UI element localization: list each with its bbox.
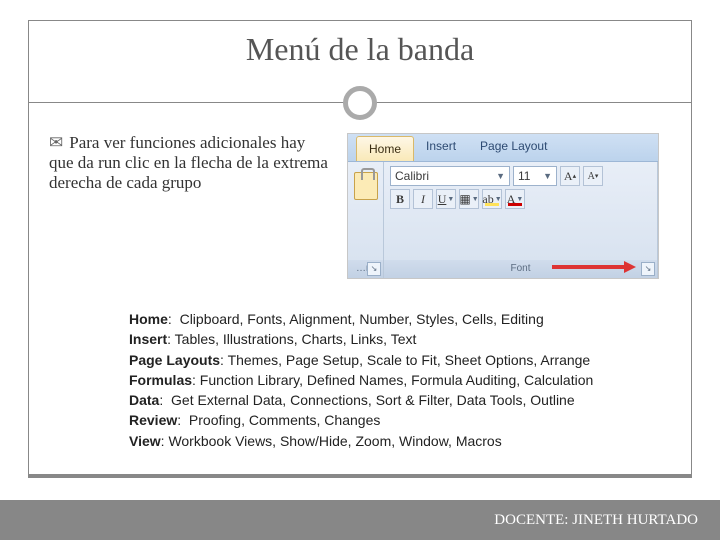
ribbon-tabs: Home Insert Page Layout	[348, 134, 658, 162]
bullet-icon: ✉	[49, 133, 63, 152]
font-color-button[interactable]: A▼	[505, 189, 525, 209]
slide-title: Menú de la banda	[29, 21, 691, 68]
entry-label: Insert	[129, 331, 167, 347]
paste-icon[interactable]	[354, 172, 378, 200]
chevron-down-icon: ▼	[472, 195, 479, 203]
chevron-down-icon: ▼	[543, 171, 552, 181]
chevron-down-icon: ▼	[495, 195, 502, 203]
entry-text: Tables, Illustrations, Charts, Links, Te…	[175, 331, 417, 347]
fill-label: ab	[482, 192, 493, 207]
tab-descriptions: Home: Clipboard, Fonts, Alignment, Numbe…	[129, 309, 651, 451]
group-font: Calibri ▼ 11 ▼ A▴ A▾	[384, 162, 658, 278]
ribbon: Home Insert Page Layout …rd ↘	[347, 133, 659, 279]
group-font-label-text: Font	[510, 263, 530, 274]
font-name-value: Calibri	[395, 169, 429, 183]
chevron-down-icon: ▼	[496, 171, 505, 181]
font-name-combo[interactable]: Calibri ▼	[390, 166, 510, 186]
entry-label: Home	[129, 311, 168, 327]
footer-text: DOCENTE: JINETH HURTADO	[494, 512, 698, 529]
font-size-value: 11	[518, 169, 530, 183]
list-item: Data: Get External Data, Connections, So…	[129, 390, 651, 410]
red-arrow-icon	[552, 262, 636, 272]
content-frame: Menú de la banda ✉Para ver funciones adi…	[28, 20, 692, 478]
divider-ring-icon	[343, 86, 377, 120]
font-color-label: A	[507, 192, 516, 207]
intro-text: Para ver funciones adicionales hay que d…	[49, 133, 328, 192]
title-divider	[29, 86, 691, 120]
shrink-font-button[interactable]: A▾	[583, 166, 603, 186]
list-item: Page Layouts: Themes, Page Setup, Scale …	[129, 350, 651, 370]
slide: Menú de la banda ✉Para ver funciones adi…	[0, 0, 720, 540]
entry-label: Page Layouts	[129, 352, 220, 368]
grow-arrow-icon: ▴	[573, 172, 577, 180]
entry-label: Data	[129, 392, 159, 408]
list-item: Insert: Tables, Illustrations, Charts, L…	[129, 329, 651, 349]
entry-text: Get External Data, Connections, Sort & F…	[171, 392, 575, 408]
underline-button[interactable]: U▼	[436, 189, 456, 209]
entry-label: View	[129, 433, 161, 449]
ribbon-screenshot: Home Insert Page Layout …rd ↘	[347, 133, 677, 279]
underline-label: U	[438, 192, 447, 207]
intro-paragraph: ✉Para ver funciones adicionales hay que …	[49, 133, 333, 279]
entry-label: Review	[129, 412, 177, 428]
list-item: View: Workbook Views, Show/Hide, Zoom, W…	[129, 431, 651, 451]
fill-color-button[interactable]: ab▼	[482, 189, 502, 209]
group-clipboard: …rd ↘	[348, 162, 384, 278]
chevron-down-icon: ▼	[516, 195, 523, 203]
grow-font-button[interactable]: A▴	[560, 166, 580, 186]
tab-page-layout[interactable]: Page Layout	[468, 134, 559, 161]
shrink-font-label: A	[588, 171, 595, 182]
border-button[interactable]: ▦▼	[459, 189, 479, 209]
clipboard-launcher-icon[interactable]: ↘	[367, 262, 381, 276]
body-row: ✉Para ver funciones adicionales hay que …	[49, 133, 677, 279]
italic-button[interactable]: I	[413, 189, 433, 209]
entry-text: Themes, Page Setup, Scale to Fit, Sheet …	[228, 352, 591, 368]
bold-button[interactable]: B	[390, 189, 410, 209]
ribbon-groups: …rd ↘ Calibri ▼	[348, 162, 658, 278]
entry-text: Clipboard, Fonts, Alignment, Number, Sty…	[180, 311, 544, 327]
entry-text: Proofing, Comments, Changes	[189, 412, 380, 428]
list-item: Review: Proofing, Comments, Changes	[129, 410, 651, 430]
footer-bar: DOCENTE: JINETH HURTADO	[0, 500, 720, 540]
list-item: Home: Clipboard, Fonts, Alignment, Numbe…	[129, 309, 651, 329]
tab-home[interactable]: Home	[356, 136, 414, 161]
entry-label: Formulas	[129, 372, 192, 388]
group-clipboard-label: …rd ↘	[348, 260, 383, 278]
font-launcher-icon[interactable]: ↘	[641, 262, 655, 276]
grow-font-label: A	[564, 169, 573, 184]
font-size-combo[interactable]: 11 ▼	[513, 166, 557, 186]
chevron-down-icon: ▼	[447, 195, 454, 203]
tab-insert[interactable]: Insert	[414, 134, 468, 161]
list-item: Formulas: Function Library, Defined Name…	[129, 370, 651, 390]
shrink-arrow-icon: ▾	[595, 172, 599, 180]
tab-edge	[348, 134, 356, 161]
entry-text: Workbook Views, Show/Hide, Zoom, Window,…	[168, 433, 501, 449]
entry-text: Function Library, Defined Names, Formula…	[200, 372, 593, 388]
